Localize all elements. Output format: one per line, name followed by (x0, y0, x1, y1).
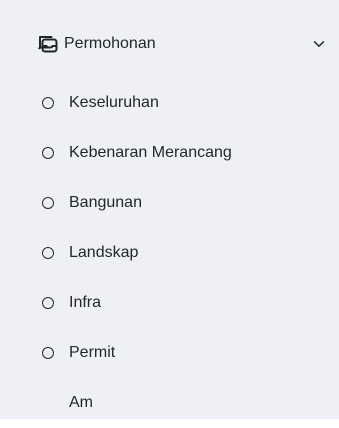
sidebar-item-am[interactable]: Am (0, 378, 339, 428)
sidebar-submenu: Keseluruhan Kebenaran Merancang Bangunan… (0, 78, 339, 428)
sidebar-item-permit[interactable]: Permit (0, 328, 339, 378)
sidebar-section-permohonan[interactable]: Permohonan (0, 24, 339, 64)
sidebar-item-label: Am (69, 394, 93, 411)
sidebar-item-label: Landskap (69, 244, 139, 261)
stacked-documents-icon (38, 36, 58, 53)
sidebar-item-label: Bangunan (69, 194, 142, 211)
circle-outline-icon (42, 297, 54, 309)
sidebar-item-label: Keseluruhan (69, 94, 159, 111)
sidebar-item-label: Infra (69, 294, 102, 311)
circle-outline-icon (42, 197, 54, 209)
chevron-down-icon[interactable] (313, 40, 325, 48)
sidebar-item-keseluruhan[interactable]: Keseluruhan (0, 78, 339, 128)
sidebar-section-label: Permohonan (64, 35, 156, 52)
circle-outline-icon (42, 347, 54, 359)
sidebar-item-kebenaran-merancang[interactable]: Kebenaran Merancang (0, 128, 339, 178)
sidebar-item-bangunan[interactable]: Bangunan (0, 178, 339, 228)
sidebar-item-infra[interactable]: Infra (0, 278, 339, 328)
circle-outline-icon (42, 247, 54, 259)
sidebar-item-label: Permit (69, 344, 116, 361)
sidebar-item-landskap[interactable]: Landskap (0, 228, 339, 278)
circle-outline-icon (42, 97, 54, 109)
circle-outline-icon (42, 147, 54, 159)
sidebar-item-label: Kebenaran Merancang (69, 144, 232, 161)
sidebar-panel: Permohonan Keseluruhan Kebenaran Meranca… (0, 0, 339, 419)
